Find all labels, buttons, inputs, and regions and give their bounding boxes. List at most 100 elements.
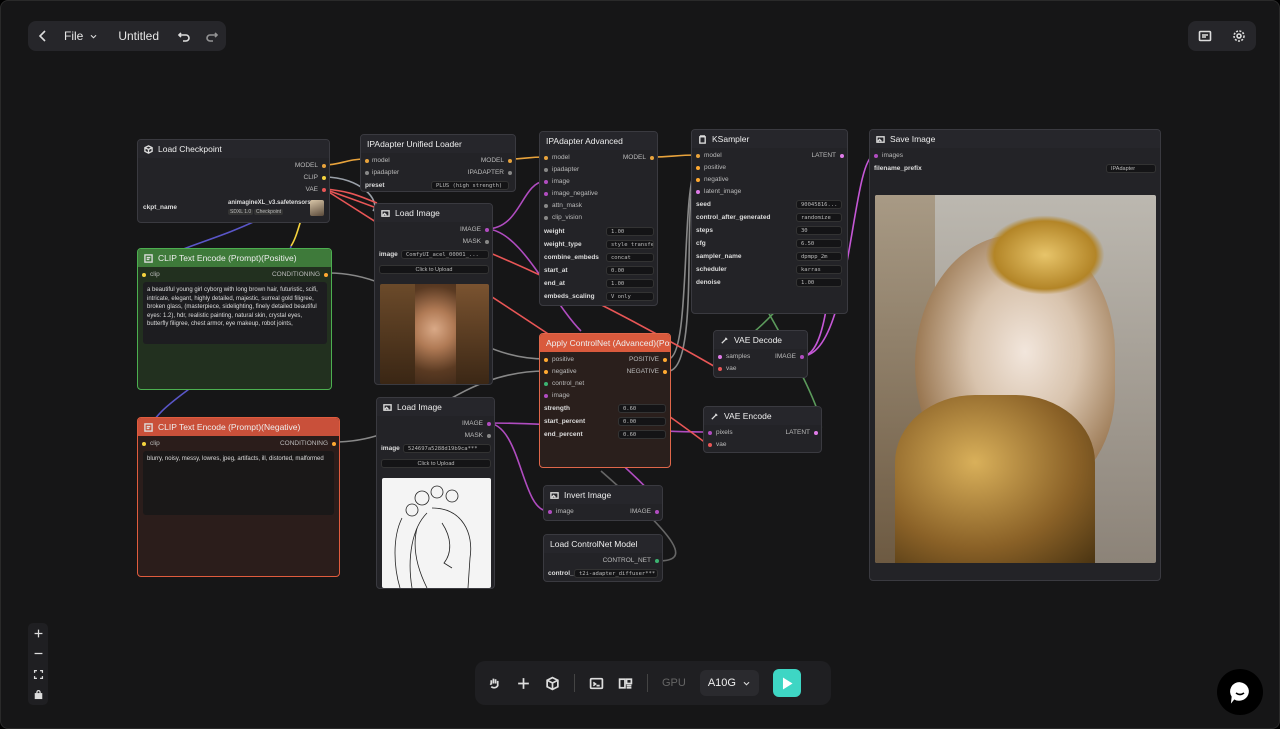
input-control-net[interactable]: control_net: [552, 380, 584, 387]
node-apply-controlnet[interactable]: Apply ControlNet (Advanced)(Positive)(Ne…: [539, 333, 671, 468]
param-value[interactable]: dpmpp_2m: [796, 252, 842, 261]
param-value[interactable]: 90045816...: [796, 200, 842, 209]
slot-dot[interactable]: [544, 358, 548, 362]
output-model[interactable]: MODEL: [481, 157, 504, 164]
output-clip[interactable]: CLIP: [304, 174, 318, 181]
input-clip[interactable]: clip: [150, 271, 160, 278]
output-conditioning[interactable]: CONDITIONING: [280, 440, 328, 447]
output-image[interactable]: IMAGE: [630, 508, 651, 515]
input-positive[interactable]: positive: [704, 164, 726, 171]
param-value[interactable]: concat: [606, 253, 654, 262]
slot-dot[interactable]: [508, 171, 512, 175]
panel-icon[interactable]: [1198, 29, 1212, 43]
image-select[interactable]: ComfyUI_acel_00001_...: [401, 250, 489, 259]
slot-dot[interactable]: [322, 176, 326, 180]
slot-dot[interactable]: [655, 510, 659, 514]
upload-button[interactable]: Click to Upload: [381, 459, 491, 468]
workflow-title[interactable]: Untitled: [118, 29, 159, 43]
param-value[interactable]: randomize: [796, 213, 842, 222]
node-load-controlnet[interactable]: Load ControlNet Model CONTROL_NET contro…: [543, 534, 663, 582]
param-value[interactable]: 1.00: [796, 278, 842, 287]
input-samples[interactable]: samples: [726, 353, 750, 360]
slot-dot[interactable]: [544, 180, 548, 184]
node-ipadapter-loader[interactable]: IPAdapter Unified Loader model ipadapter…: [360, 134, 516, 192]
input-ipadapter[interactable]: ipadapter: [372, 169, 399, 176]
cube-icon[interactable]: [545, 676, 560, 691]
slot-dot[interactable]: [544, 370, 548, 374]
input-ipadapter[interactable]: ipadapter: [552, 166, 579, 173]
node-vae-encode[interactable]: VAE Encode pixels vae LATENT: [703, 406, 822, 453]
output-image[interactable]: IMAGE: [460, 226, 481, 233]
output-mask[interactable]: MASK: [465, 432, 483, 439]
slot-dot[interactable]: [655, 559, 659, 563]
slot-dot[interactable]: [142, 442, 146, 446]
node-ipadapter-advanced[interactable]: IPAdapter Advanced model ipadapter image im…: [539, 131, 658, 306]
chat-launcher[interactable]: [1217, 669, 1263, 715]
node-load-checkpoint[interactable]: Load Checkpoint MODEL CLIP VAE ckpt_name…: [137, 139, 330, 223]
node-save-image[interactable]: Save Image images filename_prefix IPAdap…: [869, 129, 1161, 581]
redo-icon[interactable]: [205, 29, 219, 43]
slot-dot[interactable]: [696, 166, 700, 170]
slot-dot[interactable]: [708, 443, 712, 447]
input-clip[interactable]: clip: [150, 440, 160, 447]
slot-dot[interactable]: [718, 355, 722, 359]
zoom-out-icon[interactable]: [33, 648, 44, 659]
output-control-net[interactable]: CONTROL_NET: [603, 557, 651, 564]
node-clip-negative[interactable]: CLIP Text Encode (Prompt)(Negative) clip…: [137, 417, 340, 577]
zoom-in-icon[interactable]: [33, 628, 44, 639]
node-load-image-2[interactable]: Load Image IMAGE MASK image 524697a5288d…: [376, 397, 495, 589]
input-clip-vision[interactable]: clip_vision: [552, 214, 582, 221]
back-icon[interactable]: [36, 29, 50, 43]
fit-view-icon[interactable]: [33, 669, 44, 680]
node-ksampler[interactable]: KSampler model positive negative latent_ima…: [691, 129, 848, 314]
slot-dot[interactable]: [874, 154, 878, 158]
slot-dot[interactable]: [485, 228, 489, 232]
param-value[interactable]: V only: [606, 292, 654, 301]
slot-dot[interactable]: [708, 431, 712, 435]
input-image[interactable]: image: [552, 392, 570, 399]
run-button[interactable]: [772, 669, 801, 697]
param-value[interactable]: karras: [796, 265, 842, 274]
slot-dot[interactable]: [322, 188, 326, 192]
slot-dot[interactable]: [696, 154, 700, 158]
file-menu[interactable]: File: [64, 29, 83, 43]
slot-dot[interactable]: [544, 156, 548, 160]
input-image[interactable]: image: [552, 178, 570, 185]
input-image[interactable]: image: [556, 508, 574, 515]
node-invert-image[interactable]: Invert Image image IMAGE: [543, 485, 663, 521]
prompt-textarea[interactable]: a beautiful young girl cyborg with long …: [143, 282, 327, 344]
lock-icon[interactable]: [33, 689, 44, 700]
input-model[interactable]: model: [704, 152, 722, 159]
param-value[interactable]: 1.00: [606, 227, 654, 236]
slot-dot[interactable]: [324, 273, 328, 277]
slot-dot[interactable]: [548, 510, 552, 514]
input-pixels[interactable]: pixels: [716, 429, 733, 436]
output-image[interactable]: IMAGE: [462, 420, 483, 427]
input-model[interactable]: model: [552, 154, 570, 161]
slot-dot[interactable]: [718, 367, 722, 371]
slot-dot[interactable]: [365, 159, 369, 163]
param-value[interactable]: 0.60: [618, 430, 666, 439]
slot-dot[interactable]: [142, 273, 146, 277]
output-latent[interactable]: LATENT: [786, 429, 810, 436]
add-icon[interactable]: [516, 676, 531, 691]
slot-dot[interactable]: [650, 156, 654, 160]
image-select[interactable]: 524697a5288d19b9ca***: [403, 444, 491, 453]
param-value[interactable]: 1.00: [606, 279, 654, 288]
node-vae-decode[interactable]: VAE Decode samples vae IMAGE: [713, 330, 808, 378]
input-image-negative[interactable]: image_negative: [552, 190, 598, 197]
input-model[interactable]: model: [372, 157, 390, 164]
input-positive[interactable]: positive: [552, 356, 574, 363]
slot-dot[interactable]: [322, 164, 326, 168]
param-value[interactable]: style transfer: [606, 240, 654, 249]
slot-dot[interactable]: [544, 204, 548, 208]
input-vae[interactable]: vae: [726, 365, 736, 372]
param-value[interactable]: 6.50: [796, 239, 842, 248]
param-value[interactable]: 0.00: [606, 266, 654, 275]
terminal-icon[interactable]: [589, 676, 604, 691]
output-conditioning[interactable]: CONDITIONING: [272, 271, 320, 278]
slot-dot[interactable]: [487, 434, 491, 438]
slot-dot[interactable]: [696, 190, 700, 194]
ckpt-value[interactable]: animagineXL_v3.safetensors: [228, 200, 311, 206]
input-latent-image[interactable]: latent_image: [704, 188, 741, 195]
